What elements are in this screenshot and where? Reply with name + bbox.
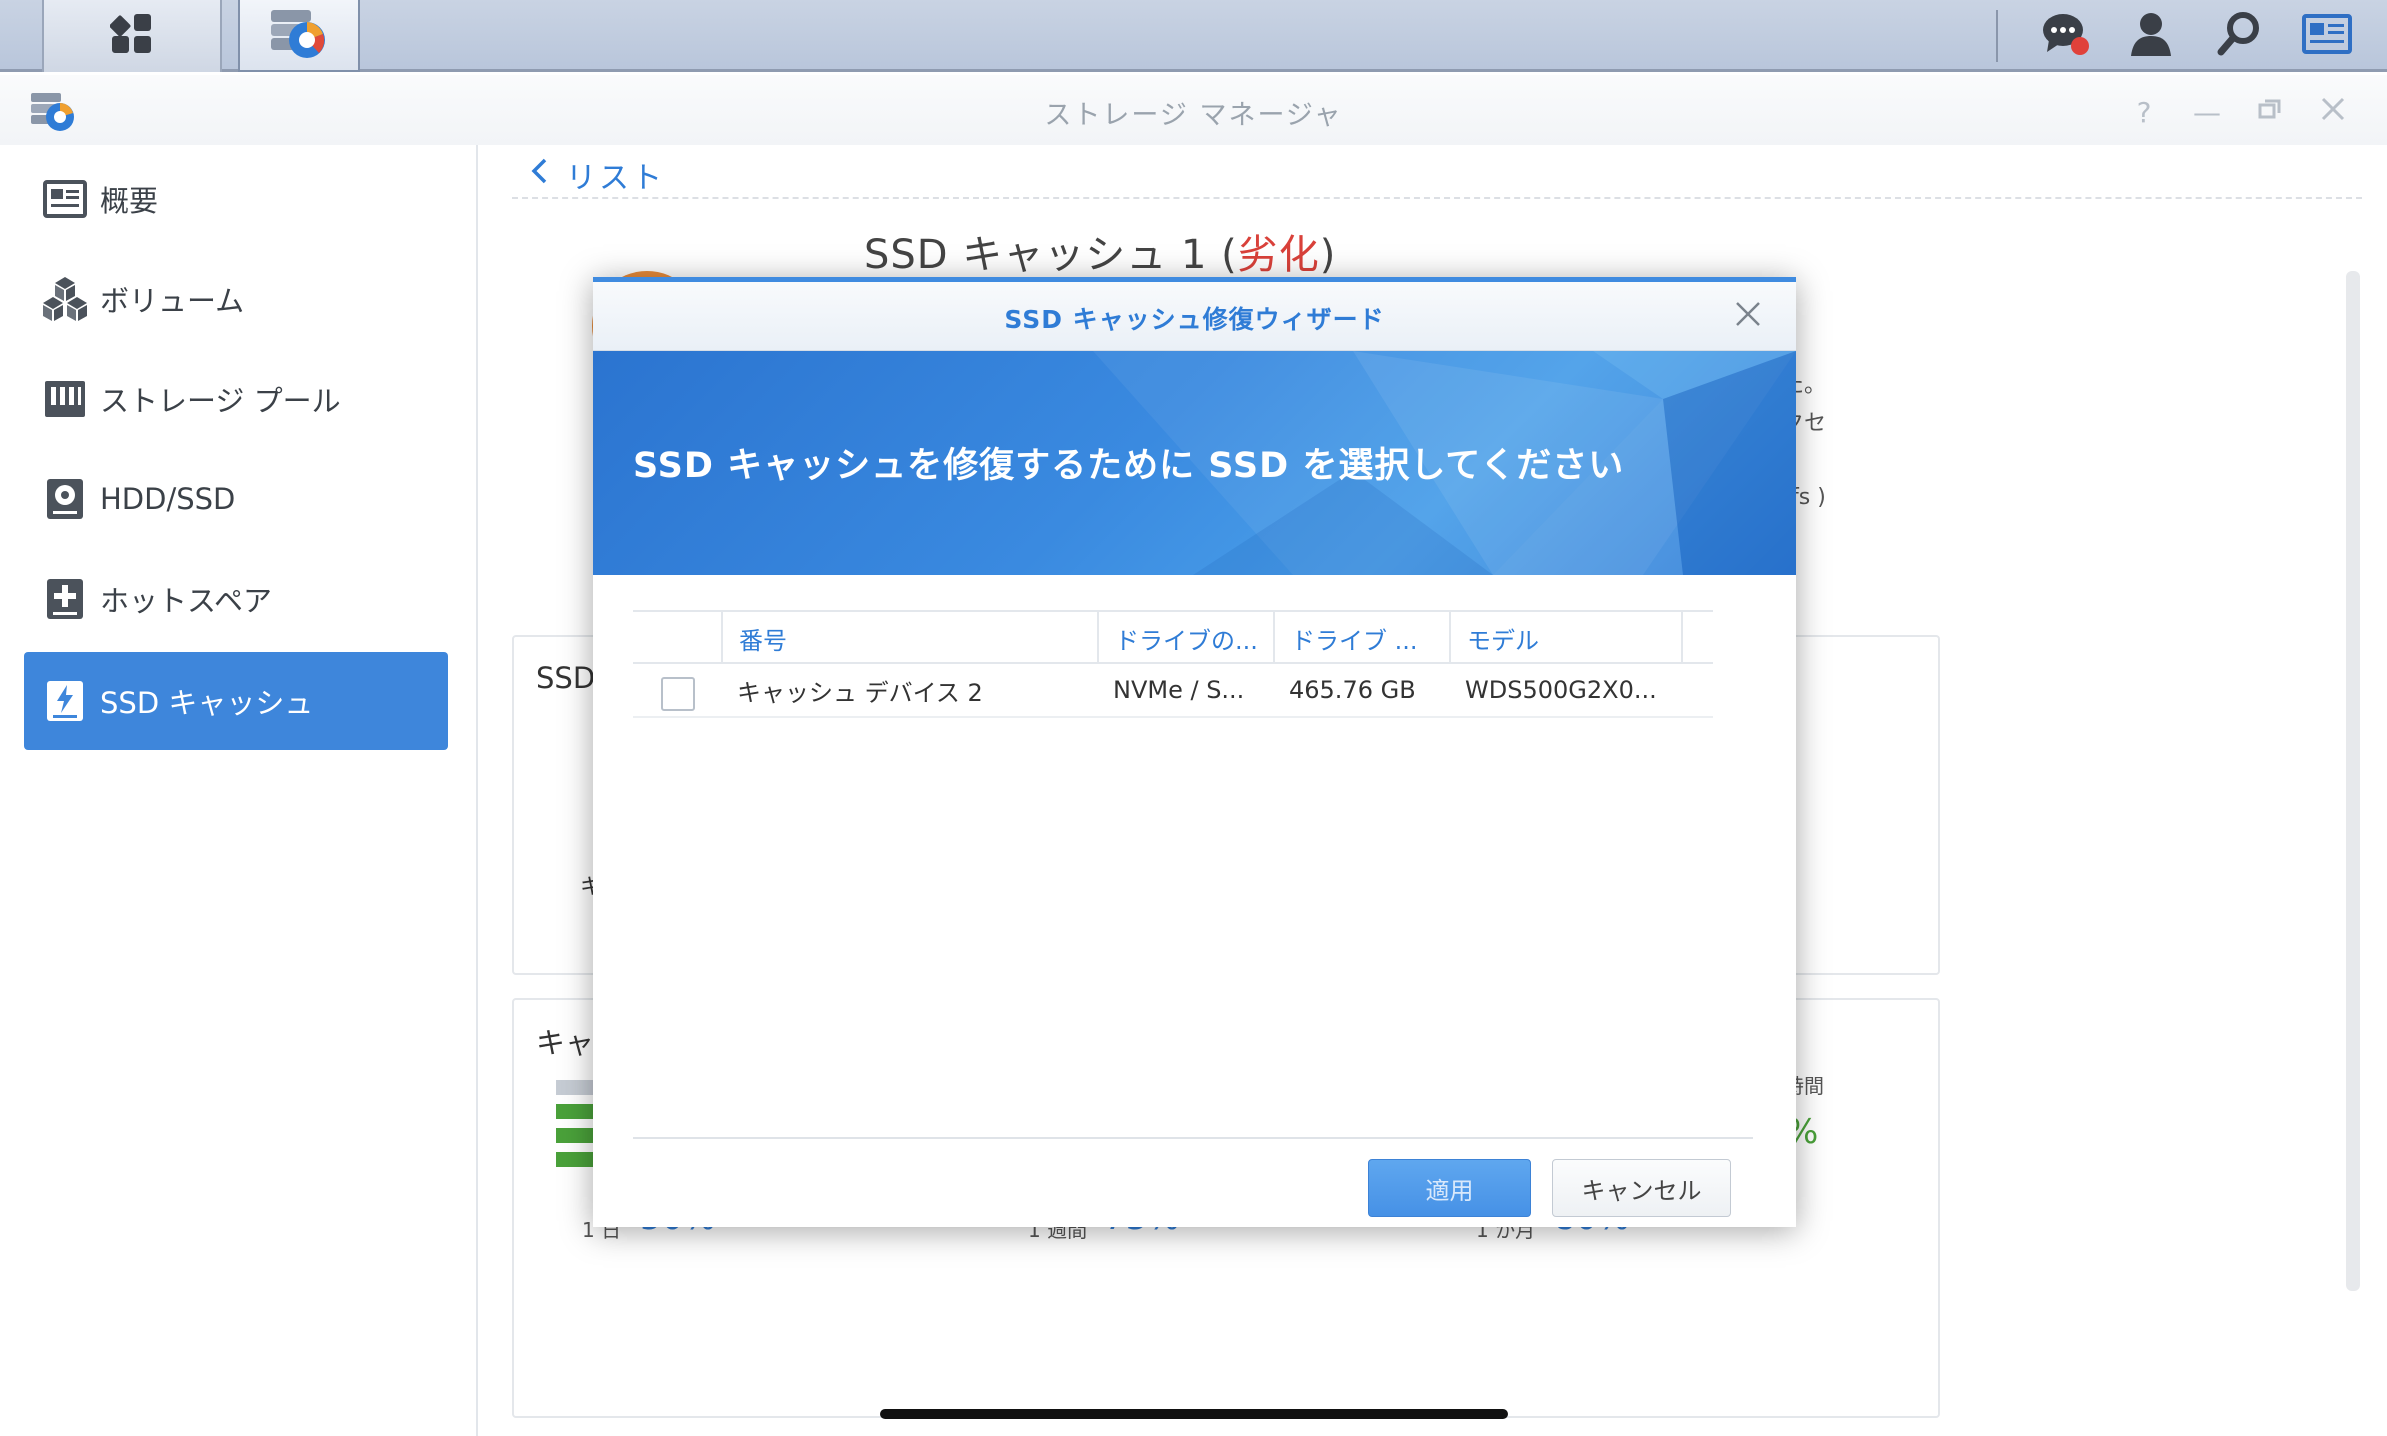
- chevron-left-icon: [530, 157, 548, 193]
- user-icon: [2127, 10, 2175, 62]
- legend-bar: [556, 1128, 594, 1143]
- storage-manager-icon: [267, 4, 331, 66]
- modal-header: SSD キャッシュ修復ウィザード: [593, 282, 1796, 351]
- volume-icon: [40, 274, 90, 324]
- search-button[interactable]: [2204, 0, 2274, 72]
- widget-icon: [2302, 14, 2352, 58]
- legend-bar: [556, 1104, 594, 1119]
- apply-button[interactable]: 適用: [1368, 1159, 1531, 1217]
- sidebar-item-label: HDD/SSD: [100, 482, 236, 516]
- help-icon: ?: [2136, 95, 2152, 129]
- search-icon: [2215, 10, 2263, 62]
- row-checkbox[interactable]: [661, 677, 695, 711]
- taskbar: [0, 0, 2387, 72]
- notification-button[interactable]: [2030, 0, 2100, 72]
- sidebar-item-hdd-ssd[interactable]: HDD/SSD: [24, 450, 448, 548]
- user-button[interactable]: [2116, 0, 2186, 72]
- sidebar-item-label: 概要: [100, 184, 159, 218]
- cell-drive-size: 465.76 GB: [1289, 676, 1416, 704]
- restore-icon: [2257, 96, 2283, 129]
- ssd-cache-repair-wizard: SSD キャッシュ修復ウィザード SSD キャッシュを修復するために SSD を…: [593, 277, 1796, 1227]
- help-button[interactable]: ?: [2127, 95, 2161, 129]
- storage-pool-icon: [40, 374, 90, 424]
- panel-title: SSD: [536, 661, 596, 695]
- cell-model: WDS500G2X0...: [1465, 676, 1657, 704]
- cell-drive-type: NVMe / S...: [1113, 676, 1245, 704]
- hot-spare-icon: [40, 574, 90, 624]
- row-select-cell: [633, 664, 721, 716]
- header-divider: [512, 197, 2362, 199]
- column-header-extra: [1681, 612, 1713, 664]
- panel-title: キャ: [536, 1026, 595, 1060]
- sidebar-item-label: ストレージ プール: [100, 384, 341, 418]
- column-header-number[interactable]: 番号: [721, 612, 1097, 664]
- minimize-icon: —: [2193, 95, 2221, 129]
- minimize-button[interactable]: —: [2190, 95, 2224, 129]
- sidebar-item-label: SSD キャッシュ: [100, 686, 314, 720]
- legend-bar: [556, 1080, 594, 1095]
- widget-button[interactable]: [2292, 0, 2362, 72]
- overview-icon: [40, 174, 90, 224]
- wizard-banner: SSD キャッシュを修復するために SSD を選択してください: [593, 351, 1796, 575]
- restore-button[interactable]: [2253, 95, 2287, 129]
- banner-heading: SSD キャッシュを修復するために SSD を選択してください: [633, 446, 1625, 486]
- column-header-drive-size[interactable]: ドライブ ...: [1273, 612, 1449, 664]
- modal-close-button[interactable]: [1730, 298, 1766, 334]
- close-window-button[interactable]: [2316, 95, 2350, 129]
- sidebar-item-volume[interactable]: ボリューム: [24, 250, 448, 348]
- sidebar-item-ssd-cache[interactable]: SSD キャッシュ: [24, 652, 448, 750]
- storage-manager-taskbar-button[interactable]: [238, 0, 360, 72]
- column-header-select[interactable]: [633, 612, 721, 664]
- column-header-model[interactable]: モデル: [1449, 612, 1681, 664]
- content-scrollbar[interactable]: [2346, 271, 2360, 1291]
- cell-number: キャッシュ デバイス 2: [737, 678, 983, 707]
- column-header-drive-type[interactable]: ドライブの...: [1097, 612, 1273, 664]
- sidebar-item-label: ボリューム: [100, 284, 245, 318]
- hdd-icon: [40, 474, 90, 524]
- sidebar-item-label: ホットスペア: [100, 584, 272, 618]
- home-indicator[interactable]: [880, 1409, 1508, 1419]
- sidebar-item-storage-pool[interactable]: ストレージ プール: [24, 350, 448, 448]
- close-icon: [1734, 300, 1762, 332]
- sidebar-item-hot-spare[interactable]: ホットスペア: [24, 550, 448, 648]
- modal-footer-divider: [633, 1137, 1753, 1139]
- table-header: 番号 ドライブの... ドライブ ... モデル: [633, 610, 1713, 664]
- taskbar-divider: [1996, 10, 1998, 62]
- back-to-list-link[interactable]: リスト: [530, 153, 665, 197]
- cache-title: SSD キャッシュ 1 (劣化): [864, 232, 1337, 278]
- back-label: リスト: [566, 161, 665, 196]
- app-title: ストレージ マネージャ: [1044, 100, 1343, 131]
- legend-bar: [556, 1152, 594, 1167]
- close-icon: [2320, 96, 2346, 129]
- ssd-cache-icon: [40, 676, 90, 726]
- sidebar-item-overview[interactable]: 概要: [24, 150, 448, 248]
- table-row[interactable]: キャッシュ デバイス 2 NVMe / S... 465.76 GB WDS50…: [633, 664, 1713, 718]
- main-menu-button[interactable]: [42, 0, 222, 72]
- modal-title: SSD キャッシュ修復ウィザード: [1004, 305, 1385, 334]
- main-menu-icon: [109, 12, 154, 60]
- cache-status: 劣化: [1237, 232, 1320, 278]
- sidebar: 概要 ボリューム ストレージ プール HDD/SSD ホットスペア SSD キャ…: [0, 145, 478, 1436]
- notification-icon: [2039, 8, 2091, 64]
- cancel-button[interactable]: キャンセル: [1552, 1159, 1731, 1217]
- window-titlebar: ストレージ マネージャ ? —: [0, 75, 2387, 145]
